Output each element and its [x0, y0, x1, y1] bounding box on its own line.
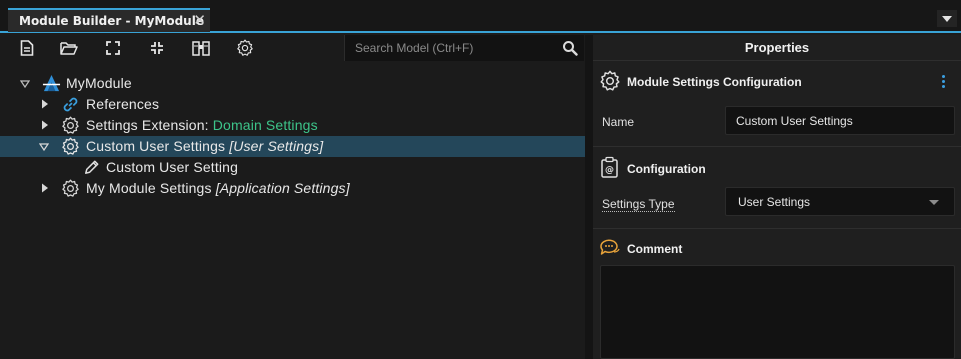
new-file-icon: [20, 40, 34, 56]
pencil-icon: [85, 160, 99, 174]
tree-stereotype: [User Settings]: [229, 138, 324, 154]
gear-icon: [62, 137, 79, 155]
expanded-arrow-icon[interactable]: [20, 79, 30, 89]
tree-stereotype: Domain Settings: [212, 117, 318, 133]
collapsed-arrow-icon[interactable]: [40, 120, 50, 130]
comment-textarea[interactable]: [600, 265, 955, 359]
svg-text:@: @: [605, 166, 614, 176]
document-tab-strip: Module Builder - MyModule ✕: [0, 0, 961, 33]
configuration-icon: @: [601, 156, 618, 178]
tree-stereotype: [Application Settings]: [215, 180, 350, 196]
name-label: Name: [602, 115, 635, 129]
expanded-arrow-icon[interactable]: [39, 142, 49, 152]
open-folder-button[interactable]: [60, 39, 78, 57]
section-divider: [593, 228, 961, 229]
expand-all-icon: [106, 41, 120, 55]
section-divider: [593, 146, 961, 147]
tree-label: Custom User Setting: [106, 159, 239, 175]
tree-label: My Module Settings: [86, 180, 212, 196]
tree-label-group: Settings Extension: Domain Settings: [86, 117, 318, 133]
section-module-settings-configuration: Module Settings Configuration: [593, 69, 961, 95]
tree-item-custom-user-setting[interactable]: Custom User Setting: [0, 157, 585, 178]
section-comment: Comment: [593, 237, 961, 261]
comment-icon: [600, 239, 620, 255]
section-title: Configuration: [627, 162, 706, 176]
tree-item-my-module-settings[interactable]: My Module Settings [Application Settings…: [0, 178, 585, 199]
section-title: Comment: [627, 242, 683, 256]
tab-title: Module Builder - MyModule: [19, 14, 204, 28]
properties-panel: Properties Module Settings Configuration…: [593, 35, 961, 359]
settings-type-label: Settings Type: [602, 197, 675, 212]
tree-item-custom-user-settings[interactable]: Custom User Settings [User Settings]: [0, 136, 585, 157]
tree-label-group: My Module Settings [Application Settings…: [86, 180, 350, 196]
panel-splitter[interactable]: [585, 35, 593, 359]
settings-type-select[interactable]: User Settings: [725, 187, 955, 216]
name-field[interactable]: [725, 106, 955, 135]
collapsed-arrow-icon[interactable]: [40, 99, 50, 109]
tab-module-builder[interactable]: Module Builder - MyModule ✕: [8, 8, 210, 32]
properties-header: Properties: [593, 35, 961, 61]
link-icon: [63, 97, 78, 112]
settings-button[interactable]: [236, 39, 254, 57]
tree-label: References: [86, 96, 160, 112]
tab-overflow-menu-button[interactable]: [937, 10, 957, 27]
section-configuration: @ Configuration: [593, 155, 961, 181]
gear-icon: [62, 116, 79, 134]
search-box: [344, 35, 584, 61]
tree-label: Custom User Settings: [86, 138, 226, 154]
tree-label: MyModule: [66, 75, 132, 91]
find-button[interactable]: [192, 39, 210, 57]
section-title: Module Settings Configuration: [627, 75, 802, 89]
more-options-icon[interactable]: [940, 75, 946, 89]
gear-icon: [600, 70, 620, 91]
tree-item-references[interactable]: References: [0, 94, 585, 115]
new-file-button[interactable]: [18, 39, 36, 57]
close-icon[interactable]: ✕: [193, 13, 206, 28]
open-folder-icon: [60, 42, 78, 55]
collapse-all-icon: [151, 42, 163, 54]
tree-label-group: Custom User Settings [User Settings]: [86, 138, 323, 154]
properties-title: Properties: [744, 40, 810, 55]
model-tree-panel: MyModule References Settings Extension: …: [0, 35, 585, 359]
settings-gear-icon: [237, 39, 253, 56]
dropdown-caret-icon: [929, 200, 939, 205]
settings-type-value: User Settings: [738, 195, 811, 209]
expand-all-button[interactable]: [104, 39, 122, 57]
binoculars-icon: [192, 41, 210, 56]
chevron-down-icon: [942, 15, 952, 22]
tree-toolbar: [0, 35, 585, 61]
module-logo-icon: [42, 74, 61, 92]
collapse-all-button[interactable]: [148, 39, 166, 57]
tree-label: Settings Extension:: [86, 117, 209, 133]
tree-item-settings-extension[interactable]: Settings Extension: Domain Settings: [0, 115, 585, 136]
gear-icon: [62, 179, 79, 197]
collapsed-arrow-icon[interactable]: [40, 183, 50, 193]
tree-root-mymodule[interactable]: MyModule: [0, 73, 585, 94]
search-input[interactable]: [345, 35, 550, 61]
search-icon[interactable]: [562, 40, 578, 56]
